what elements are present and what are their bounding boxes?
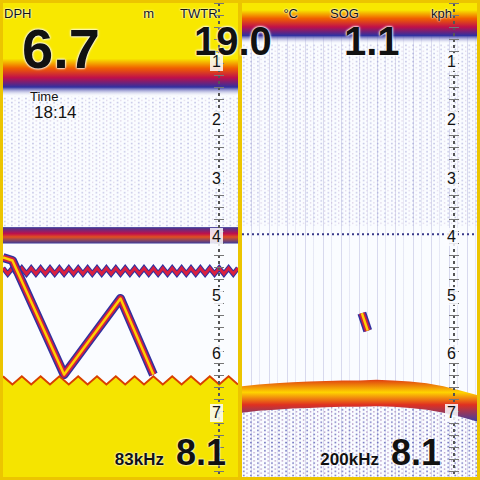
readout-label: DPH [4,6,31,21]
echo-line [3,268,238,274]
frequency-label: 83kHz [115,450,164,470]
readout-value: 18:14 [34,104,100,121]
panel-footer: 83kHz 8.1 [115,435,226,471]
readout-label: SOG [330,6,359,21]
echogram [242,3,477,477]
depth-tick: 1 [445,53,458,71]
depth-tick: 2 [210,111,223,129]
water-noise [3,97,238,227]
readout-label: Time [30,89,58,104]
fish-arch [3,258,153,375]
fish-arch [362,313,368,331]
water-noise [242,44,477,225]
frequency-label: 200kHz [320,450,379,470]
depth-tick: 3 [210,170,223,188]
depth-tick: 6 [445,345,458,363]
thermocline-band [3,227,238,243]
seabed [242,380,477,477]
depth-tick: 5 [210,287,223,305]
readout-unit: °C [283,6,298,21]
data-readout: DPH m6.7 [4,6,154,77]
readout-value: 1.1 [344,21,452,61]
depth-scale: 1234567 [208,3,230,477]
depth-scale: 1 2 3 4 5 6 7 [443,3,465,477]
data-readout: SOG kph1.1 [330,6,452,61]
panel-footer: 200kHz 8.1 [320,435,441,471]
sonar-panel: 1 2 3 4 5 6 7 200kHz 8.1 [242,3,477,477]
echo-line [242,233,477,235]
depth-tick: 6 [210,345,223,363]
readout-label: TWTR [180,6,218,21]
seabed [3,376,238,477]
data-readout: TWTR °C19.0 [180,6,298,61]
readout-unit: kph [431,6,452,21]
depth-tick: 3 [445,170,458,188]
readout-value: 19.0 [194,21,298,61]
readout-unit: m [143,6,154,21]
depth-tick: 5 [445,287,458,305]
depth-tick: 7 [210,404,223,422]
data-readout: Time18:14 [30,89,100,121]
depth-tick: 4 [210,228,223,246]
depth-tick: 7 [445,404,458,422]
range-value: 8.1 [391,435,441,471]
depth-tick: 4 [445,228,458,246]
range-value: 8.1 [176,435,226,471]
depth-tick: 2 [445,111,458,129]
readout-value: 6.7 [22,21,154,77]
sonar-screen: 123456783kHz8.11234567200kHz8.1DPHm6.7Ti… [0,0,480,480]
